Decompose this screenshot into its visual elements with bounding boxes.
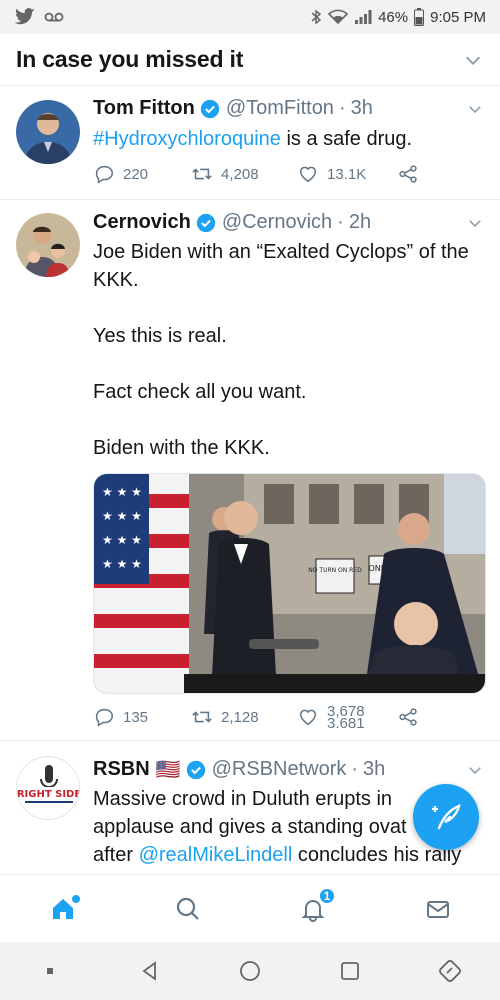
author-name[interactable]: RSBN [93, 758, 150, 781]
author-name[interactable]: Cernovich [93, 211, 191, 234]
svg-text:★ ★ ★: ★ ★ ★ [102, 509, 142, 523]
tweet-time: 3h [363, 758, 386, 780]
bluetooth-icon [311, 9, 322, 25]
tweet-paragraph: Joe Biden with an “Exalted Cyclops” of t… [93, 241, 469, 291]
reply-icon [95, 708, 113, 727]
clock: 9:05 PM [430, 8, 486, 26]
bottom-tab-bar: 1 [0, 874, 500, 942]
svg-text:★ ★ ★: ★ ★ ★ [102, 533, 142, 547]
svg-text:★ ★ ★: ★ ★ ★ [102, 485, 142, 499]
share-icon [399, 165, 417, 183]
compose-feather-icon [432, 804, 461, 830]
share-icon [399, 708, 417, 726]
tweet-photo[interactable]: ★ ★ ★ ★ ★ ★ ★ ★ ★ ★ ★ ★ NO TURN ON RED O… [93, 473, 486, 694]
tweet-header: Tom Fitton @TomFitton · 3h [93, 97, 484, 120]
status-bar: 46% 9:05 PM [0, 0, 500, 34]
android-navigation-bar [0, 942, 500, 1000]
chevron-down-icon[interactable] [466, 214, 484, 232]
tweet-line: after @realMikeLindell concludes his ral… [93, 841, 486, 869]
tweet-time: 2h [348, 211, 372, 233]
author-handle[interactable]: @RSBNetwork [212, 758, 347, 781]
recents-dot-icon[interactable] [38, 959, 62, 983]
retweet-count: 4,208 [221, 165, 259, 183]
reply-button[interactable]: 135 [93, 706, 191, 728]
share-button[interactable] [397, 706, 419, 728]
chevron-down-icon[interactable] [462, 49, 484, 71]
verified-badge-icon [196, 213, 215, 232]
heart-icon [299, 166, 317, 183]
tweet-line-start: after [93, 844, 139, 866]
new-content-dot [72, 895, 80, 903]
tweet-card[interactable]: Cernovich @Cernovich · 2h Joe Biden with… [0, 201, 500, 741]
mention-link[interactable]: @realMikeLindell [139, 844, 293, 866]
tab-home[interactable] [0, 875, 125, 942]
twitter-bird-icon [14, 8, 35, 25]
avatar[interactable] [16, 100, 80, 164]
chevron-down-icon[interactable] [466, 761, 484, 779]
hashtag-link[interactable]: #Hydroxychloroquine [93, 128, 281, 150]
avatar[interactable]: RIGHT SIDE [16, 756, 80, 820]
tweet-text: Joe Biden with an “Exalted Cyclops” of t… [93, 238, 486, 462]
like-count: 13.1K [327, 165, 367, 183]
share-button[interactable] [397, 163, 419, 185]
like-count-animating: 3,678 3,681 [327, 706, 367, 728]
separator-dot: · [337, 211, 344, 233]
rotate-screen-icon[interactable] [438, 959, 462, 983]
retweet-icon [192, 168, 212, 180]
separator-dot: · [351, 758, 359, 780]
envelope-icon [426, 900, 449, 918]
notification-badge: 1 [318, 887, 336, 905]
tweet-actions: 135 2,128 3,678 3,681 [93, 706, 419, 728]
tweet-paragraph: Fact check all you want. [93, 381, 307, 403]
wifi-icon [328, 9, 349, 25]
tweet-paragraph: Yes this is real. [93, 325, 227, 347]
tweet-time: 3h [350, 97, 373, 119]
like-button[interactable]: 3,678 3,681 [297, 706, 397, 728]
tweet-actions: 220 4,208 13.1K [93, 163, 419, 185]
reply-count: 220 [123, 165, 149, 183]
section-title: In case you missed it [16, 46, 244, 72]
retweet-count: 2,128 [221, 708, 259, 726]
tab-messages[interactable] [375, 875, 500, 942]
tweet-text-body: is a safe drug. [280, 128, 413, 150]
tab-notifications[interactable]: 1 [250, 875, 375, 942]
battery-icon [414, 8, 425, 26]
reply-button[interactable]: 220 [93, 163, 191, 185]
compose-tweet-button[interactable] [413, 784, 479, 850]
home-button-icon[interactable] [238, 959, 262, 983]
separator-dot: · [338, 97, 346, 119]
sign-no-turn: NO TURN ON RED [308, 567, 362, 574]
reply-count: 135 [123, 708, 149, 726]
like-count-new: 3,681 [327, 715, 365, 728]
search-icon [176, 897, 199, 920]
signal-icon [355, 10, 372, 24]
author-handle[interactable]: @TomFitton [226, 97, 334, 120]
author-handle[interactable]: @Cernovich [222, 211, 332, 234]
tweet-text: #Hydroxychloroquine is a safe drug. [93, 125, 486, 153]
tweet-card[interactable]: Tom Fitton @TomFitton · 3h #Hydroxychlor… [0, 87, 500, 200]
retweet-button[interactable]: 2,128 [191, 706, 297, 728]
like-button[interactable]: 13.1K [297, 163, 397, 185]
avatar-wordmark: RIGHT SIDE [17, 789, 80, 800]
overview-icon[interactable] [338, 959, 362, 983]
author-name[interactable]: Tom Fitton [93, 97, 195, 120]
section-header: In case you missed it [0, 34, 500, 86]
verified-badge-icon [200, 99, 219, 118]
tweet-header: Cernovich @Cernovich · 2h [93, 211, 484, 234]
back-icon[interactable] [138, 959, 162, 983]
chevron-down-icon[interactable] [466, 100, 484, 118]
retweet-button[interactable]: 4,208 [191, 163, 297, 185]
svg-text:★ ★ ★: ★ ★ ★ [102, 557, 142, 571]
battery-percent: 46% [378, 8, 409, 26]
tweet-header: RSBN 🇺🇸 @RSBNetwork · 3h [93, 757, 484, 782]
verified-badge-icon [186, 760, 205, 779]
voicemail-icon [44, 12, 64, 22]
tab-search[interactable] [125, 875, 250, 942]
reply-icon [95, 165, 113, 184]
retweet-icon [192, 711, 212, 723]
us-flag-emoji: 🇺🇸 [155, 759, 181, 781]
avatar[interactable] [16, 213, 80, 277]
heart-icon [299, 709, 317, 726]
tweet-paragraph: Biden with the KKK. [93, 437, 270, 459]
